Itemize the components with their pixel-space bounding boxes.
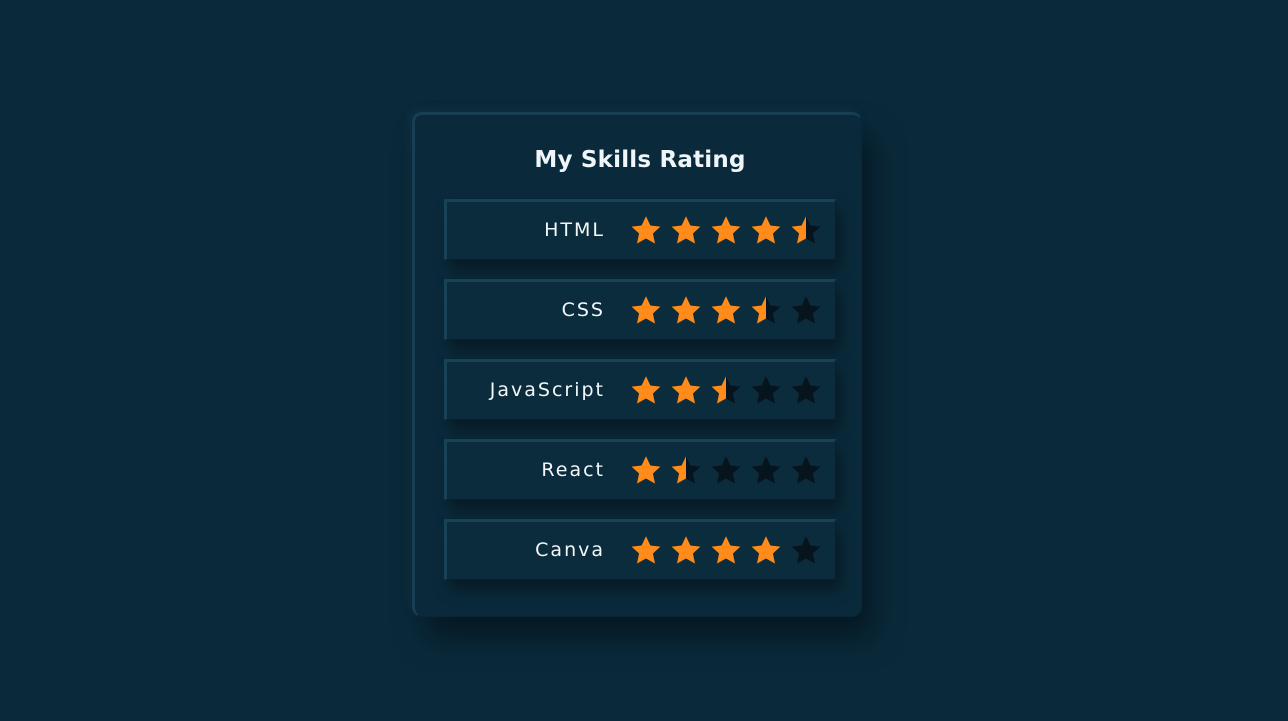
star-rating[interactable] xyxy=(629,294,829,328)
skills-list: HTML CSS JavaScript React Canva xyxy=(444,199,836,599)
skill-name: JavaScript xyxy=(489,379,605,401)
skill-row-canva: Canva xyxy=(444,519,836,580)
star-rating[interactable] xyxy=(629,454,829,488)
skill-name: HTML xyxy=(544,219,605,241)
star-icon[interactable] xyxy=(749,534,783,568)
star-icon[interactable] xyxy=(789,214,823,248)
star-icon[interactable] xyxy=(669,294,703,328)
star-icon[interactable] xyxy=(669,374,703,408)
star-rating[interactable] xyxy=(629,214,829,248)
star-icon[interactable] xyxy=(789,294,823,328)
star-icon[interactable] xyxy=(669,454,703,488)
skills-rating-card: My Skills Rating HTML CSS JavaScript Rea… xyxy=(412,112,862,617)
card-title: My Skills Rating xyxy=(534,147,746,173)
star-rating[interactable] xyxy=(629,374,829,408)
star-icon[interactable] xyxy=(669,534,703,568)
star-icon[interactable] xyxy=(709,454,743,488)
star-icon[interactable] xyxy=(629,534,663,568)
star-icon[interactable] xyxy=(629,454,663,488)
star-icon[interactable] xyxy=(629,294,663,328)
star-icon[interactable] xyxy=(709,534,743,568)
star-icon[interactable] xyxy=(749,374,783,408)
star-icon[interactable] xyxy=(749,454,783,488)
skill-name: Canva xyxy=(535,539,605,561)
star-icon[interactable] xyxy=(789,454,823,488)
skill-row-css: CSS xyxy=(444,279,836,340)
star-icon[interactable] xyxy=(749,294,783,328)
star-icon[interactable] xyxy=(789,374,823,408)
star-icon[interactable] xyxy=(709,294,743,328)
skill-name: CSS xyxy=(561,299,605,321)
star-icon[interactable] xyxy=(629,374,663,408)
star-icon[interactable] xyxy=(709,214,743,248)
skill-row-javascript: JavaScript xyxy=(444,359,836,420)
star-rating[interactable] xyxy=(629,534,829,568)
star-icon[interactable] xyxy=(669,214,703,248)
skill-row-html: HTML xyxy=(444,199,836,260)
star-icon[interactable] xyxy=(709,374,743,408)
star-icon[interactable] xyxy=(629,214,663,248)
skill-row-react: React xyxy=(444,439,836,500)
skill-name: React xyxy=(541,459,605,481)
star-icon[interactable] xyxy=(789,534,823,568)
star-icon[interactable] xyxy=(749,214,783,248)
